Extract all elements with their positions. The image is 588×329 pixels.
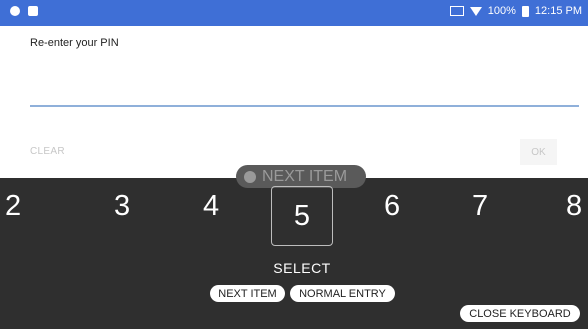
digit-key-5-selected[interactable]: 5 [271, 186, 333, 246]
digit-key-2[interactable]: 2 [5, 190, 21, 223]
circle-status-icon [10, 6, 20, 16]
clock: 12:15 PM [534, 5, 582, 17]
battery-percent: 100% [487, 5, 516, 17]
battery-icon [521, 5, 529, 17]
next-item-hint[interactable]: NEXT ITEM [236, 165, 366, 188]
wifi-icon [469, 6, 482, 16]
switch-icon [244, 170, 256, 183]
status-bar: 100% 12:15 PM [0, 0, 588, 26]
digit-key-4[interactable]: 4 [203, 190, 219, 223]
close-keyboard-button[interactable]: CLOSE KEYBOARD [460, 305, 580, 322]
normal-entry-button[interactable]: NORMAL ENTRY [290, 285, 395, 302]
clear-button[interactable]: CLEAR [30, 146, 65, 157]
digit-key-8[interactable]: 8 [566, 190, 582, 223]
status-right-icons: 100% 12:15 PM [449, 5, 582, 17]
keyboard-indicator-icon [449, 6, 464, 16]
next-item-button[interactable]: NEXT ITEM [210, 285, 285, 302]
pin-input[interactable] [30, 65, 579, 107]
select-label: SELECT [273, 260, 331, 276]
digit-key-7[interactable]: 7 [472, 190, 488, 223]
sim-card-icon [28, 6, 38, 16]
digit-key-3[interactable]: 3 [114, 190, 130, 223]
next-item-hint-label: NEXT ITEM [262, 167, 348, 185]
status-left-icons [10, 6, 38, 16]
pin-prompt: Re-enter your PIN [30, 37, 119, 49]
digit-key-6[interactable]: 6 [384, 190, 400, 223]
ok-button[interactable]: OK [520, 139, 557, 165]
